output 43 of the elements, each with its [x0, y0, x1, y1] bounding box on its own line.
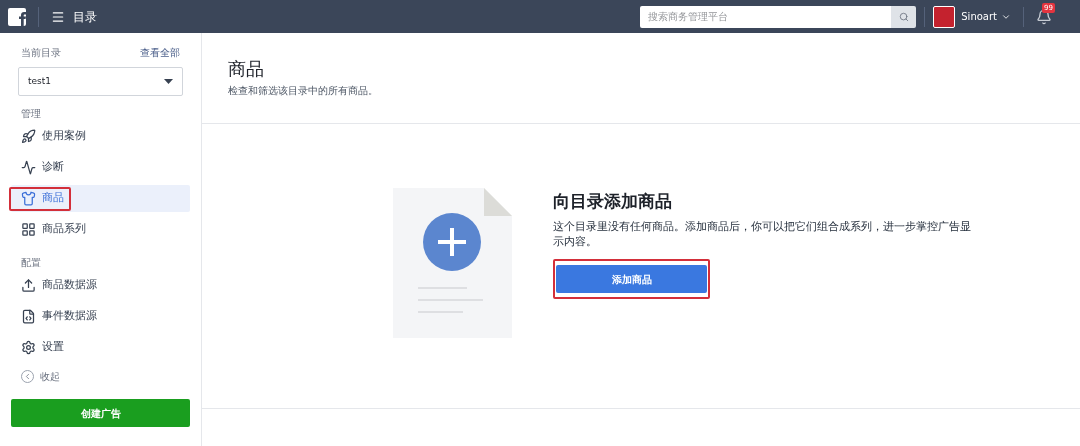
page-title: 商品	[228, 57, 265, 81]
catalog-dropdown[interactable]: test1	[18, 67, 183, 96]
search-icon	[898, 11, 909, 22]
nav-item[interactable]: 诊断	[11, 154, 190, 181]
dropdown-caret-icon	[164, 79, 173, 84]
highlight-frame: 诊断	[11, 155, 69, 180]
highlight-frame: 事件数据源	[11, 304, 102, 329]
bell-icon[interactable]	[1036, 8, 1052, 25]
page-subtitle: 检查和筛选该目录中的所有商品。	[228, 84, 379, 98]
account-name[interactable]: Sinoart	[961, 9, 997, 24]
nav-item[interactable]: 商品系列	[11, 216, 190, 243]
highlight-frame: 商品系列	[11, 217, 91, 242]
section-title: 配置	[20, 257, 42, 269]
create-ad-button[interactable]: 创建广告	[11, 399, 190, 427]
header-title: 目录	[73, 8, 97, 26]
logo-icon[interactable]	[8, 7, 26, 26]
nav-item[interactable]: 商品	[11, 185, 190, 212]
rocket-icon	[21, 129, 36, 144]
nav-item[interactable]: 事件数据源	[11, 303, 190, 330]
highlight-frame: 设置	[11, 335, 69, 360]
search-button[interactable]	[891, 5, 917, 28]
catalog-label: 当前目录	[21, 46, 61, 60]
nav-item[interactable]: 商品数据源	[11, 272, 190, 299]
menu-icon[interactable]	[51, 9, 65, 24]
shirt-icon	[21, 191, 36, 206]
add-products-button[interactable]: 添加商品	[556, 265, 707, 293]
search-field[interactable]: 搜索商务管理平台	[640, 5, 892, 28]
upload-icon	[21, 278, 36, 293]
highlight-frame: 商品	[9, 186, 71, 211]
grid-icon	[21, 222, 36, 237]
settings-icon	[21, 340, 36, 355]
nav-item[interactable]: 使用案例	[11, 123, 190, 150]
highlight-frame: 使用案例	[11, 124, 91, 149]
code-file-icon	[21, 309, 36, 324]
empty-state-title: 向目录添加商品	[553, 190, 673, 213]
empty-state-text: 这个目录里没有任何商品。添加商品后，你可以把它们组合成系列，进一步掌控广告显示内容。	[553, 219, 972, 249]
collapse-link[interactable]: 收起	[11, 365, 190, 387]
highlight-frame: 商品数据源	[11, 273, 102, 298]
pulse-icon	[21, 160, 36, 175]
nav-item[interactable]: 设置	[11, 334, 190, 361]
account-avatar[interactable]	[933, 5, 956, 28]
view-all-link[interactable]: 查看全部	[140, 45, 180, 60]
section-title: 管理	[20, 108, 42, 120]
